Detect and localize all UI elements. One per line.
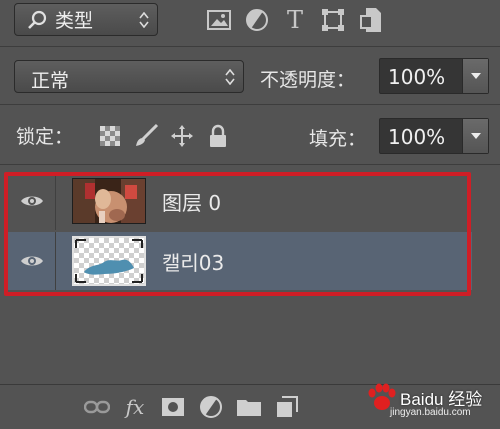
lock-position-icon[interactable]	[164, 122, 200, 150]
opacity-value: 100%	[388, 65, 446, 89]
filter-bar: 类型 T	[0, 0, 500, 44]
updown-arrows-icon	[225, 69, 235, 85]
opacity-field[interactable]: 100%	[379, 58, 489, 94]
highlight-box	[4, 172, 471, 296]
watermark-url: jingyan.baidu.com	[390, 407, 471, 418]
layers-bottom-bar: fx Baidu 经验 jingyan.baidu.com	[0, 383, 500, 429]
fill-label: 填充：	[309, 128, 367, 150]
new-layer-icon[interactable]	[268, 393, 306, 421]
lock-image-pixels-icon[interactable]	[128, 122, 164, 150]
adjustment-icon[interactable]	[192, 393, 230, 421]
watermark: Baidu 经验 jingyan.baidu.com	[360, 383, 492, 423]
lock-all-icon[interactable]	[200, 122, 236, 150]
mask-icon[interactable]	[154, 393, 192, 421]
chevron-down-icon	[470, 133, 481, 139]
divider	[0, 46, 500, 47]
lock-label: 锁定：	[16, 126, 74, 148]
shape-filter-icon[interactable]	[314, 6, 352, 34]
fx-icon[interactable]: fx	[116, 393, 154, 421]
lock-bar: 锁定： 填充： 100%	[0, 110, 500, 160]
filter-kind-select[interactable]: 类型	[14, 3, 158, 36]
opacity-label: 不透明度：	[260, 69, 356, 91]
lock-transparent-pixels-icon[interactable]	[92, 122, 128, 150]
divider	[0, 104, 500, 105]
search-icon	[28, 10, 47, 29]
blend-bar: 正常 不透明度： 100%	[0, 56, 500, 96]
updown-arrows-icon	[139, 12, 149, 28]
fill-field[interactable]: 100%	[379, 118, 489, 154]
adjustment-filter-icon[interactable]	[238, 6, 276, 34]
filter-kind-label: 类型	[55, 10, 94, 32]
image-filter-icon[interactable]	[200, 6, 238, 34]
smart-object-filter-icon[interactable]	[352, 6, 390, 34]
divider	[0, 164, 500, 165]
fill-value: 100%	[388, 125, 446, 149]
blend-mode-select[interactable]: 正常	[14, 60, 244, 93]
opacity-dropdown-button[interactable]	[462, 59, 488, 93]
chevron-down-icon	[470, 73, 481, 79]
type-filter-icon[interactable]: T	[276, 6, 314, 34]
folder-icon[interactable]	[230, 393, 268, 421]
link-icon[interactable]	[78, 393, 116, 421]
fill-dropdown-button[interactable]	[462, 119, 488, 153]
blend-mode-label: 正常	[31, 70, 70, 92]
